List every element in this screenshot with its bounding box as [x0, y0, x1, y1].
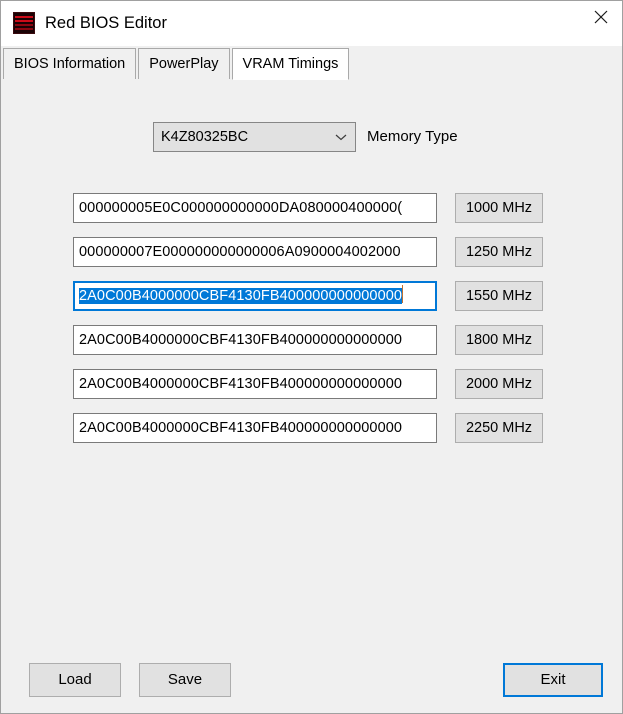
timing-row: 2A0C00B4000000CBF4130FB400000000000000 2…: [1, 413, 622, 443]
timing-row: 000000007E000000000000006A0900004002000 …: [1, 237, 622, 267]
frequency-button-2000mhz[interactable]: 2000 MHz: [455, 369, 543, 399]
memory-type-label: Memory Type: [367, 128, 458, 145]
tab-label: VRAM Timings: [242, 56, 339, 72]
timing-input-1800mhz[interactable]: 2A0C00B4000000CBF4130FB400000000000000: [73, 325, 437, 355]
timing-row: 2A0C00B4000000CBF4130FB400000000000000 2…: [1, 369, 622, 399]
save-button[interactable]: Save: [139, 663, 231, 697]
exit-button[interactable]: Exit: [503, 663, 603, 697]
frequency-button-1550mhz[interactable]: 1550 MHz: [455, 281, 543, 311]
load-button[interactable]: Load: [29, 663, 121, 697]
title-bar: Red BIOS Editor: [1, 1, 622, 47]
timing-row: 2A0C00B4000000CBF4130FB400000000000000 1…: [1, 281, 622, 311]
frequency-button-2250mhz[interactable]: 2250 MHz: [455, 413, 543, 443]
close-icon: [594, 10, 608, 24]
timing-row: 000000005E0C000000000000DA080000400000( …: [1, 193, 622, 223]
tab-powerplay[interactable]: PowerPlay: [138, 48, 230, 79]
text-caret: [402, 285, 404, 303]
memory-type-dropdown[interactable]: K4Z80325BC: [153, 122, 356, 152]
chevron-down-icon: [335, 134, 347, 141]
tab-label: PowerPlay: [149, 56, 219, 72]
frequency-button-1800mhz[interactable]: 1800 MHz: [455, 325, 543, 355]
app-logo-icon: [13, 12, 35, 34]
timing-value: 2A0C00B4000000CBF4130FB400000000000000: [79, 420, 403, 436]
timing-input-2000mhz[interactable]: 2A0C00B4000000CBF4130FB400000000000000: [73, 369, 437, 399]
tab-vram-timings[interactable]: VRAM Timings: [231, 48, 350, 80]
timing-value: 2A0C00B4000000CBF4130FB400000000000000: [79, 376, 403, 392]
tab-strip: BIOS Information PowerPlay VRAM Timings: [1, 46, 622, 80]
timing-value: 000000007E000000000000006A0900004002000: [79, 244, 401, 260]
timing-value: 2A0C00B4000000CBF4130FB400000000000000: [79, 288, 403, 304]
window-title: Red BIOS Editor: [45, 14, 167, 32]
red-bios-editor-window: Red BIOS Editor BIOS Information PowerPl…: [0, 0, 623, 714]
timing-value: 2A0C00B4000000CBF4130FB400000000000000: [79, 332, 403, 348]
frequency-button-1250mhz[interactable]: 1250 MHz: [455, 237, 543, 267]
timing-row: 2A0C00B4000000CBF4130FB400000000000000 1…: [1, 325, 622, 355]
timing-input-1000mhz[interactable]: 000000005E0C000000000000DA080000400000(: [73, 193, 437, 223]
timing-input-1250mhz[interactable]: 000000007E000000000000006A0900004002000: [73, 237, 437, 267]
close-window-button[interactable]: [578, 1, 622, 33]
tab-bios-information[interactable]: BIOS Information: [3, 48, 137, 79]
memory-type-value: K4Z80325BC: [161, 129, 249, 145]
timing-input-1550mhz[interactable]: 2A0C00B4000000CBF4130FB400000000000000: [73, 281, 437, 311]
frequency-button-1000mhz[interactable]: 1000 MHz: [455, 193, 543, 223]
vram-timings-panel: K4Z80325BC Memory Type 000000005E0C00000…: [1, 79, 622, 713]
timing-value: 000000005E0C000000000000DA080000400000(: [79, 200, 403, 216]
tab-label: BIOS Information: [14, 56, 126, 72]
timing-input-2250mhz[interactable]: 2A0C00B4000000CBF4130FB400000000000000: [73, 413, 437, 443]
